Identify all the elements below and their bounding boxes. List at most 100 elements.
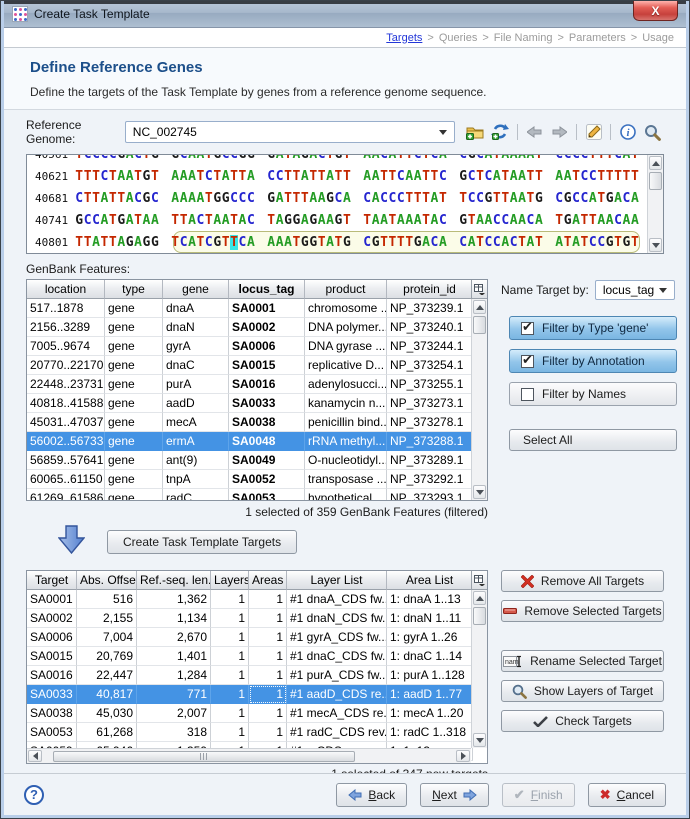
genbank-table-scrollbar[interactable]: [471, 299, 487, 500]
table-cell: gene: [105, 413, 163, 432]
table-row[interactable]: 2156..3289genednaNSA0002DNA polymer...NP…: [27, 318, 487, 337]
remove-selected-targets-button[interactable]: Remove Selected Targets: [501, 600, 664, 622]
column-header[interactable]: Area List: [387, 571, 473, 590]
table-cell: SA0006: [229, 337, 305, 356]
sequence-group: TAGGAGAAGT: [267, 213, 351, 228]
table-row[interactable]: 45031..47037genemecASA0038penicillin bin…: [27, 413, 487, 432]
remove-all-targets-button[interactable]: Remove All Targets: [501, 570, 664, 592]
table-row[interactable]: SA001520,7691,40111#1 dnaC_CDS fw...1: d…: [27, 647, 487, 666]
column-header[interactable]: Abs. Offset: [77, 571, 137, 590]
scroll-right-arrow[interactable]: [456, 750, 470, 762]
sequence-line[interactable]: 40741GCCATGATAATTACTAATACTAGGAGAAGTTAATA…: [35, 209, 645, 231]
scroll-thumb[interactable]: [53, 751, 355, 762]
info-icon[interactable]: i: [616, 122, 639, 142]
targets-table-scrollbar[interactable]: [471, 590, 487, 748]
column-header[interactable]: product: [305, 280, 387, 299]
table-row[interactable]: 56002..56733geneermASA0048rRNA methyl...…: [27, 432, 487, 451]
scroll-thumb[interactable]: [473, 316, 486, 334]
filter-toggle-filter-by-type-gene[interactable]: Filter by Type 'gene': [509, 316, 677, 340]
sequence-scrollbar[interactable]: [647, 155, 663, 253]
table-cell: transposase ...: [305, 470, 387, 489]
sequence-line[interactable]: 40861GCTTCTCTCCAGTCCTCAATCGGATTCCAGAAATT…: [35, 253, 645, 254]
column-header[interactable]: gene: [163, 280, 229, 299]
name-target-by-dropdown[interactable]: locus_tag: [595, 280, 675, 300]
column-header[interactable]: Areas: [249, 571, 287, 590]
sequence-line[interactable]: 40801TTATTAGAGGTCATCGTTCAAAATGGTATGCGTTT…: [35, 231, 645, 253]
table-row[interactable]: 20770..22170genednaCSA0015replicative D.…: [27, 356, 487, 375]
sequence-line[interactable]: 40681CTTATTACGCAAAATGGCCCGATTTAAGCACACCC…: [35, 187, 645, 209]
table-cell: 7005..9674: [27, 337, 105, 356]
table-row[interactable]: SA00015161,36211#1 dnaA_CDS fw...1: dnaA…: [27, 590, 487, 609]
search-icon[interactable]: [641, 122, 664, 142]
sequence-group: GATAGACTGT: [267, 154, 351, 162]
breadcrumb-step-usage[interactable]: Usage: [642, 32, 674, 44]
show-layers-of-target-button[interactable]: Show Layers of Target: [501, 680, 664, 702]
scroll-thumb[interactable]: [473, 607, 486, 625]
table-row[interactable]: 61269..61586generadCSA0053hypothetical .…: [27, 489, 487, 501]
filter-toggle-filter-by-names[interactable]: Filter by Names: [509, 382, 677, 406]
back-button[interactable]: Back: [336, 783, 407, 807]
table-row[interactable]: SA00022,1551,13411#1 dnaN_CDS fw...1: dn…: [27, 609, 487, 628]
table-row[interactable]: SA005361,26831811#1 radC_CDS rev...1: ra…: [27, 723, 487, 742]
breadcrumb-separator: >: [482, 32, 488, 44]
filter-toggle-filter-by-annotation[interactable]: Filter by Annotation: [509, 349, 677, 373]
cancel-button[interactable]: ✖ Cancel: [588, 783, 666, 807]
next-button[interactable]: Next: [420, 783, 489, 807]
scroll-up-arrow[interactable]: [473, 591, 486, 605]
nav-forward-icon[interactable]: [548, 122, 571, 142]
table-settings-icon[interactable]: [471, 571, 487, 590]
refresh-add-icon[interactable]: [489, 122, 512, 142]
scroll-up-arrow[interactable]: [473, 300, 486, 314]
scroll-down-arrow[interactable]: [473, 485, 486, 499]
table-row[interactable]: 60065..61150genetnpASA0052transposase ..…: [27, 470, 487, 489]
breadcrumb-step-targets[interactable]: Targets: [386, 32, 422, 44]
genbank-features-table[interactable]: locationtypegenelocus_tagproductprotein_…: [26, 279, 488, 501]
column-header[interactable]: Layers: [211, 571, 249, 590]
breadcrumb-step-queries[interactable]: Queries: [439, 32, 478, 44]
column-header[interactable]: locus_tag: [229, 280, 305, 299]
select-all-button[interactable]: Select All: [509, 429, 677, 451]
table-row[interactable]: SA003845,0302,00711#1 mecA_CDS re...1: m…: [27, 704, 487, 723]
table-settings-icon[interactable]: [471, 280, 487, 299]
table-row[interactable]: SA003340,81777111#1 aadD_CDS re...1: aad…: [27, 685, 487, 704]
column-header[interactable]: Layer List: [287, 571, 387, 590]
sequence-line[interactable]: 40621TTTCTAATGTAAATCTATTACCTTATTATTAATTC…: [35, 165, 645, 187]
scroll-down-arrow[interactable]: [473, 733, 486, 747]
table-row[interactable]: 517..1878genednaASA0001chromosome ...NP_…: [27, 299, 487, 318]
column-header[interactable]: Target: [27, 571, 77, 590]
nav-back-icon[interactable]: [523, 122, 546, 142]
table-row[interactable]: SA001622,4471,28411#1 purA_CDS fw...1: p…: [27, 666, 487, 685]
scroll-thumb[interactable]: [649, 172, 662, 190]
column-header[interactable]: Ref.-seq. len.: [137, 571, 211, 590]
scroll-left-arrow[interactable]: [28, 750, 42, 762]
table-cell: rRNA methyl...: [305, 432, 387, 451]
table-row[interactable]: 7005..9674genegyrASA0006DNA gyrase ...NP…: [27, 337, 487, 356]
check-targets-button[interactable]: Check Targets: [501, 710, 664, 732]
breadcrumb-step-file-naming[interactable]: File Naming: [494, 32, 553, 44]
table-row[interactable]: 22448..23731genepurASA0016adenylosucci..…: [27, 375, 487, 394]
table-cell: 1: [249, 685, 287, 704]
scroll-up-arrow[interactable]: [649, 156, 662, 170]
scroll-down-arrow[interactable]: [649, 238, 662, 252]
breadcrumb-step-parameters[interactable]: Parameters: [569, 32, 626, 44]
table-row[interactable]: 56859..57641geneant(9)SA0049O-nucleotidy…: [27, 451, 487, 470]
reference-genome-dropdown[interactable]: NC_002745: [125, 121, 455, 143]
reference-toolbar: i: [464, 122, 664, 142]
sequence-line[interactable]: 40561TCCCCGACTGGCAATGCCGGGATAGACTGTAACAT…: [35, 154, 645, 165]
table-cell: purA: [163, 375, 229, 394]
close-button[interactable]: X: [633, 1, 678, 21]
table-cell: 56859..57641: [27, 451, 105, 470]
edit-pencil-icon[interactable]: [582, 122, 605, 142]
create-task-template-targets-button[interactable]: Create Task Template Targets: [107, 530, 297, 554]
targets-hscrollbar[interactable]: [27, 748, 471, 763]
rename-selected-target-button[interactable]: namRename Selected Target: [501, 650, 664, 672]
table-row[interactable]: 40818..41588geneaadDSA0033kanamycin n...…: [27, 394, 487, 413]
open-folder-add-icon[interactable]: [464, 122, 487, 142]
sequence-viewer[interactable]: 40561TCCCCGACTGGCAATGCCGGGATAGACTGTAACAT…: [26, 154, 664, 254]
column-header[interactable]: protein_id: [387, 280, 473, 299]
table-row[interactable]: SA00067,0042,67011#1 gyrA_CDS fw...1: gy…: [27, 628, 487, 647]
column-header[interactable]: location: [27, 280, 105, 299]
targets-table[interactable]: TargetAbs. OffsetRef.-seq. len.LayersAre…: [26, 570, 488, 764]
column-header[interactable]: type: [105, 280, 163, 299]
help-icon[interactable]: [24, 785, 44, 805]
